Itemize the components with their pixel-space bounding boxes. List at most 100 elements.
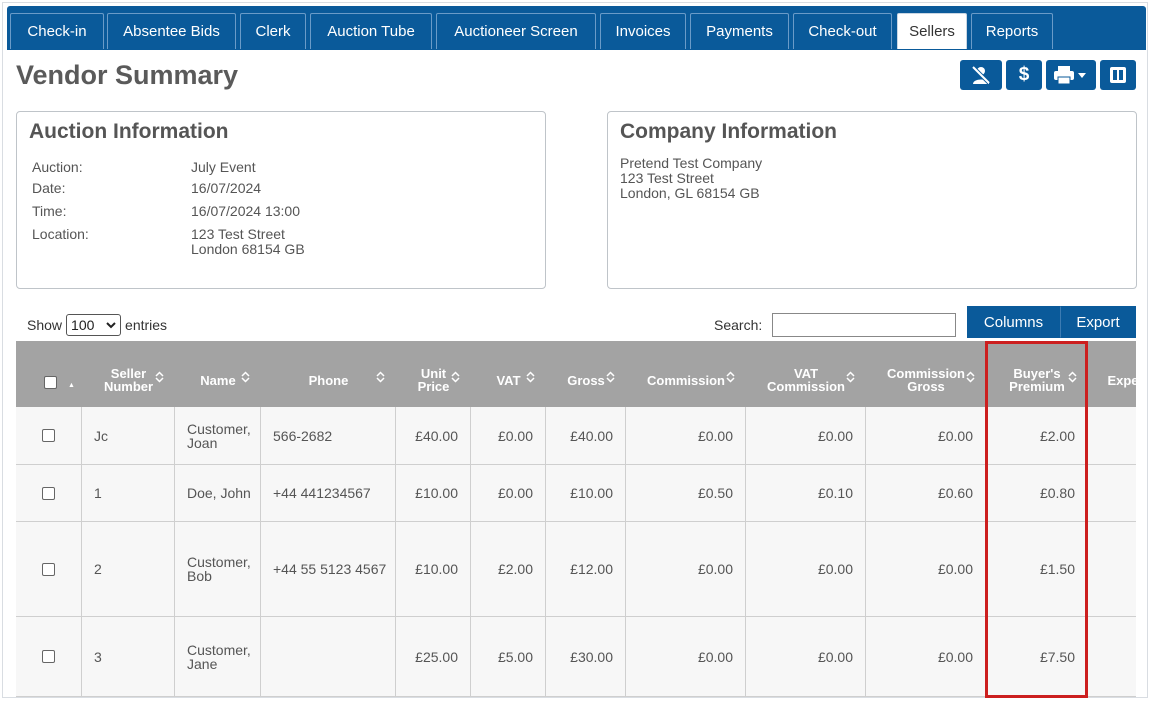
cell-value: Doe, John [187, 485, 251, 501]
cell-value: £1.50 [1039, 561, 1075, 577]
cell-phone: 566-2682 [261, 407, 396, 464]
tab-check-in[interactable]: Check-in [10, 13, 104, 49]
tab-absentee-bids[interactable]: Absentee Bids [107, 13, 236, 49]
date-label: Date: [32, 180, 66, 196]
cell-gross: £10.00 [546, 465, 626, 521]
columns-button[interactable]: Columns [967, 306, 1060, 338]
tab-clerk[interactable]: Clerk [240, 13, 306, 49]
header-label: VAT Commission [766, 366, 845, 394]
sort-icon[interactable] [155, 371, 164, 383]
columns-icon [1110, 67, 1126, 83]
row-select-cell [16, 617, 82, 696]
table-row[interactable]: 1 Doe, John +44 441234567 £10.00 £0.00 £10.00… [16, 465, 1136, 522]
cell-phone: +44 55 5123 4567 [261, 522, 396, 616]
tab-reports[interactable]: Reports [971, 13, 1053, 49]
header-expenses[interactable]: Expe [1088, 341, 1136, 407]
cell-seller-number: 2 [82, 522, 175, 616]
date-value: 16/07/2024 [191, 180, 262, 196]
row-select-cell [16, 522, 82, 616]
export-button[interactable]: Export [1060, 306, 1136, 338]
sort-icon[interactable] [846, 371, 855, 383]
header-label: Unit Price [417, 366, 450, 394]
cell-expenses [1088, 465, 1136, 521]
sort-icon[interactable] [726, 371, 735, 383]
sort-icon[interactable] [241, 371, 250, 383]
entries-control: Show 100 entries [27, 314, 167, 336]
auction-information-title: Auction Information [29, 120, 229, 143]
sort-icon[interactable] [526, 371, 535, 383]
table-row[interactable]: Jc Customer, Joan 566-2682 £40.00 £0.00 £40.0… [16, 407, 1136, 465]
entries-label: entries [125, 317, 168, 333]
header-commission[interactable]: Commission [626, 341, 746, 407]
header-phone[interactable]: Phone [261, 341, 396, 407]
cell-value: £12.00 [570, 561, 613, 577]
header-label: Gross [567, 372, 605, 388]
header-label: Name [200, 372, 236, 388]
tab-check-out[interactable]: Check-out [793, 13, 892, 49]
cell-commission: £0.00 [626, 617, 746, 696]
tab-auction-tube[interactable]: Auction Tube [310, 13, 432, 49]
sort-icon[interactable] [1068, 371, 1077, 383]
entries-select[interactable]: 100 [66, 314, 122, 336]
columns-layout-button[interactable] [1100, 60, 1136, 90]
sort-icon[interactable] [966, 371, 975, 383]
payment-button[interactable]: $ [1006, 60, 1042, 90]
cell-value: £0.60 [937, 485, 973, 501]
row-select-cell [16, 407, 82, 464]
cell-name: Doe, John [175, 465, 261, 521]
cell-buyers-premium: £1.50 [986, 522, 1088, 616]
cell-value: £40.00 [415, 427, 458, 444]
header-vat-commission[interactable]: VAT Commission [746, 341, 866, 407]
cell-value: Jc [94, 427, 108, 444]
sort-icon[interactable] [451, 371, 460, 383]
row-checkbox[interactable] [42, 562, 55, 576]
cell-commission-gross: £0.00 [866, 407, 986, 464]
cell-value: £0.00 [697, 648, 733, 665]
header-gross[interactable]: Gross [546, 341, 626, 407]
table-row[interactable]: 3 Customer, Jane £25.00 £5.00 £30.00 £0.00 £0.… [16, 617, 1136, 697]
header-name[interactable]: Name [175, 341, 261, 407]
cell-seller-number: 1 [82, 465, 175, 521]
tab-invoices[interactable]: Invoices [600, 13, 686, 49]
header-commission-gross[interactable]: Commission Gross [866, 341, 986, 407]
header-unit-price[interactable]: Unit Price [396, 341, 471, 407]
header-vat[interactable]: VAT [471, 341, 546, 407]
company-information-panel: Company Information Pretend Test Company… [607, 111, 1137, 289]
cell-expenses [1088, 522, 1136, 616]
cell-name: Customer, Jane [175, 617, 261, 696]
sort-ascending-icon[interactable]: ▲ [68, 379, 75, 392]
cell-value: £0.10 [817, 485, 853, 501]
search-label: Search: [714, 317, 763, 333]
cell-seller-number: Jc [82, 407, 175, 464]
cell-unit-price: £10.00 [396, 465, 471, 521]
cell-value: £0.80 [1039, 485, 1075, 501]
header-buyers-premium[interactable]: Buyer's Premium [986, 341, 1088, 407]
search-input[interactable] [772, 313, 956, 337]
table-row[interactable]: 2 Customer, Bob +44 55 5123 4567 £10.00 £2.0… [16, 522, 1136, 617]
row-checkbox[interactable] [42, 486, 55, 500]
tab-payments[interactable]: Payments [690, 13, 789, 49]
cell-vat: £2.00 [471, 522, 546, 616]
header-label: Commission [646, 372, 725, 388]
show-label: Show [27, 317, 63, 333]
sort-icon[interactable] [606, 371, 615, 383]
tab-sellers[interactable]: Sellers [897, 13, 967, 49]
header-select[interactable]: ▲ [16, 341, 82, 407]
print-dropdown-button[interactable] [1046, 60, 1096, 90]
header-label: Commission Gross [886, 366, 965, 394]
row-checkbox[interactable] [42, 650, 55, 663]
hide-user-icon [971, 65, 991, 85]
cell-gross: £30.00 [546, 617, 626, 696]
header-label: Expe [1107, 372, 1136, 388]
hide-user-button[interactable] [960, 60, 1002, 90]
row-checkbox[interactable] [42, 429, 55, 442]
cell-value: £0.50 [697, 485, 733, 501]
chevron-down-icon [106, 322, 116, 329]
select-all-checkbox[interactable] [44, 376, 57, 389]
company-name: Pretend Test Company [620, 155, 763, 171]
tab-auctioneer-screen[interactable]: Auctioneer Screen [436, 13, 596, 49]
header-seller-number[interactable]: Seller Number [82, 341, 175, 407]
cell-vat: £0.00 [471, 407, 546, 464]
sort-icon[interactable] [376, 371, 385, 383]
cell-value: £2.00 [497, 561, 533, 577]
